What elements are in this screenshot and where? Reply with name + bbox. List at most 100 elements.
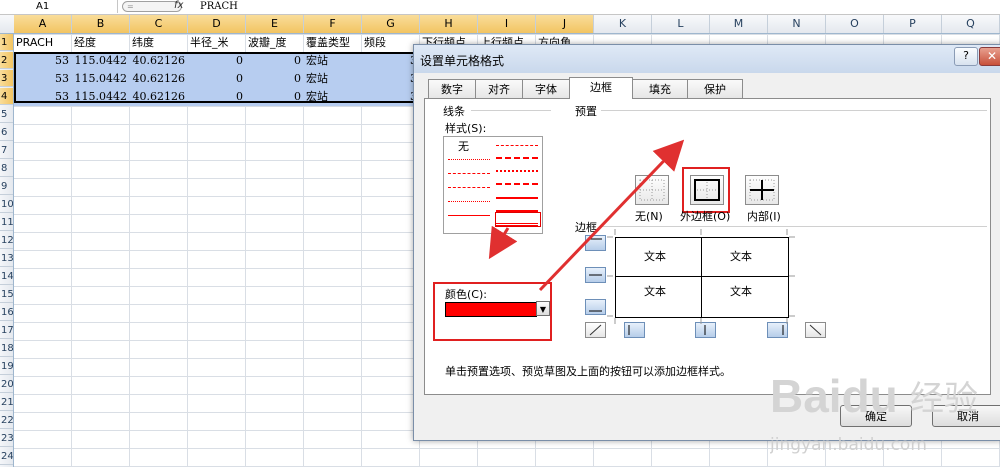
table-cell[interactable]: 宏站: [304, 70, 362, 88]
row-header-20[interactable]: 20: [0, 376, 13, 393]
column-header-j[interactable]: J: [536, 15, 594, 33]
column-header-q[interactable]: Q: [942, 15, 1000, 33]
column-header-h[interactable]: H: [420, 15, 478, 33]
table-cell[interactable]: 宏站: [304, 52, 362, 70]
table-cell[interactable]: 0: [246, 52, 304, 70]
table-cell[interactable]: 频段: [362, 34, 420, 52]
table-cell[interactable]: 0: [188, 70, 246, 88]
ok-button[interactable]: 确定: [840, 405, 912, 427]
border-diagonal-up-button[interactable]: [585, 322, 606, 338]
border-top-button[interactable]: [585, 235, 606, 251]
row-header-12[interactable]: 12: [0, 232, 13, 249]
help-button[interactable]: ?: [954, 47, 978, 66]
table-cell[interactable]: 115.0442: [72, 52, 130, 70]
column-header-a[interactable]: A: [14, 15, 72, 33]
column-header-l[interactable]: L: [652, 15, 710, 33]
formula-expand-control[interactable]: =: [122, 1, 182, 12]
table-cell[interactable]: 115.0442: [72, 70, 130, 88]
row-header-5[interactable]: 5: [0, 106, 13, 123]
table-cell[interactable]: 半径_米: [188, 34, 246, 52]
row-header-16[interactable]: 16: [0, 304, 13, 321]
color-picker[interactable]: [445, 302, 537, 317]
row-header-2[interactable]: 2: [0, 52, 13, 69]
border-bottom-button[interactable]: [585, 299, 606, 315]
preset-inside-button[interactable]: [745, 175, 779, 205]
column-header-c[interactable]: C: [130, 15, 188, 33]
table-cell[interactable]: 宏站: [304, 88, 362, 106]
column-header-p[interactable]: P: [884, 15, 942, 33]
row-header-17[interactable]: 17: [0, 322, 13, 339]
row-header-22[interactable]: 22: [0, 412, 13, 429]
row-header-7[interactable]: 7: [0, 142, 13, 159]
row-header-3[interactable]: 3: [0, 70, 13, 87]
column-header-f[interactable]: F: [304, 15, 362, 33]
line-style-option[interactable]: [496, 145, 538, 146]
tab-fill[interactable]: 填充: [632, 79, 688, 98]
column-header-o[interactable]: O: [826, 15, 884, 33]
line-style-option[interactable]: [496, 197, 538, 199]
line-style-option[interactable]: [448, 215, 490, 216]
line-style-option[interactable]: [496, 157, 538, 159]
tab-number[interactable]: 数字: [428, 79, 476, 98]
line-style-none[interactable]: 无: [458, 138, 469, 154]
table-cell[interactable]: 3: [362, 52, 420, 70]
row-header-19[interactable]: 19: [0, 358, 13, 375]
table-cell[interactable]: 53: [14, 88, 72, 106]
table-cell[interactable]: 3: [362, 88, 420, 106]
line-style-option[interactable]: [448, 201, 490, 202]
table-cell[interactable]: 覆盖类型: [304, 34, 362, 52]
row-header-1[interactable]: 1: [0, 34, 13, 51]
line-style-option[interactable]: [496, 183, 538, 185]
row-header-4[interactable]: 4: [0, 88, 13, 105]
table-cell[interactable]: 经度: [72, 34, 130, 52]
row-header-13[interactable]: 13: [0, 250, 13, 267]
cancel-button[interactable]: 取消: [932, 405, 1000, 427]
tab-font[interactable]: 字体: [522, 79, 570, 98]
line-style-option[interactable]: [448, 187, 490, 188]
tab-border[interactable]: 边框: [569, 77, 633, 99]
row-header-23[interactable]: 23: [0, 430, 13, 447]
table-cell[interactable]: 53: [14, 70, 72, 88]
row-header-6[interactable]: 6: [0, 124, 13, 141]
dialog-title-bar[interactable]: 设置单元格格式 ? ✕: [414, 45, 1000, 73]
table-cell[interactable]: 纬度: [130, 34, 188, 52]
table-cell[interactable]: 115.0442: [72, 88, 130, 106]
line-style-option[interactable]: [448, 173, 490, 174]
row-header-24[interactable]: 24: [0, 448, 13, 465]
column-header-g[interactable]: G: [362, 15, 420, 33]
column-header-e[interactable]: E: [246, 15, 304, 33]
row-header-10[interactable]: 10: [0, 196, 13, 213]
row-header-15[interactable]: 15: [0, 286, 13, 303]
table-cell[interactable]: 0: [188, 52, 246, 70]
table-cell[interactable]: 0: [188, 88, 246, 106]
border-middle-button[interactable]: [585, 267, 606, 283]
table-cell[interactable]: 40.62126: [130, 52, 188, 70]
chevron-down-icon[interactable]: ▼: [536, 301, 550, 316]
close-button[interactable]: ✕: [979, 47, 1000, 66]
column-header-i[interactable]: I: [478, 15, 536, 33]
row-header-14[interactable]: 14: [0, 268, 13, 285]
row-header-8[interactable]: 8: [0, 160, 13, 177]
row-header-9[interactable]: 9: [0, 178, 13, 195]
row-header-11[interactable]: 11: [0, 214, 13, 231]
table-cell[interactable]: 0: [246, 88, 304, 106]
column-header-b[interactable]: B: [72, 15, 130, 33]
table-cell[interactable]: PRACH: [14, 34, 72, 52]
tab-protection[interactable]: 保护: [687, 79, 743, 98]
formula-input[interactable]: PRACH: [200, 0, 238, 13]
row-header-21[interactable]: 21: [0, 394, 13, 411]
name-box[interactable]: A1: [0, 0, 118, 13]
table-cell[interactable]: 40.62126: [130, 70, 188, 88]
column-header-k[interactable]: K: [594, 15, 652, 33]
preset-none-button[interactable]: [635, 175, 669, 205]
line-style-option[interactable]: [496, 170, 538, 172]
insert-function-icon[interactable]: fx: [174, 0, 183, 11]
column-header-d[interactable]: D: [188, 15, 246, 33]
column-header-n[interactable]: N: [768, 15, 826, 33]
line-style-option[interactable]: [448, 159, 490, 160]
table-cell[interactable]: 3: [362, 70, 420, 88]
table-cell[interactable]: 波瓣_度: [246, 34, 304, 52]
tab-alignment[interactable]: 对齐: [475, 79, 523, 98]
column-header-m[interactable]: M: [710, 15, 768, 33]
row-header-18[interactable]: 18: [0, 340, 13, 357]
